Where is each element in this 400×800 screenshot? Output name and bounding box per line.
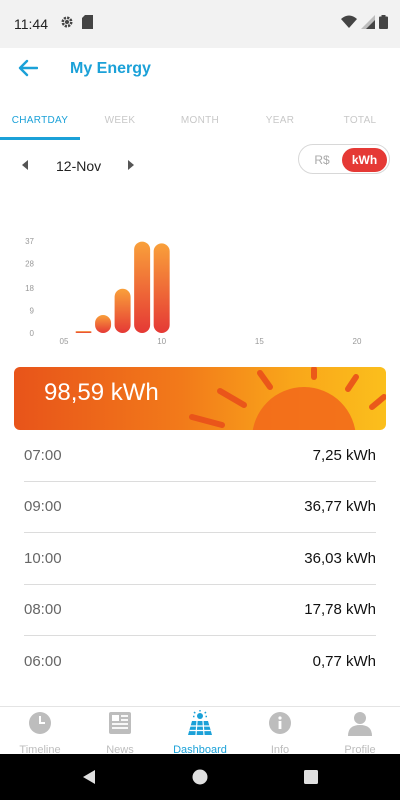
square-recents-icon xyxy=(302,770,320,790)
y-tick-label: 28 xyxy=(25,259,34,268)
previous-day-button[interactable] xyxy=(18,158,32,172)
system-recents-button[interactable] xyxy=(302,768,320,786)
entry-value: 7,25 kWh xyxy=(312,446,376,464)
tab-total[interactable]: TOTAL xyxy=(320,100,400,140)
status-left-icons xyxy=(60,14,93,34)
triangle-left-icon xyxy=(18,159,32,176)
current-date: 12-Nov xyxy=(56,158,102,174)
period-tabs: CHARTDAY WEEK MONTH YEAR TOTAL xyxy=(0,100,400,140)
status-bar: 11:44 xyxy=(0,0,400,48)
chart-bar[interactable] xyxy=(114,288,131,333)
unit-option-currency[interactable]: R$ xyxy=(303,148,341,172)
y-tick-label: 0 xyxy=(30,329,35,338)
person-icon xyxy=(347,710,373,736)
list-item[interactable]: 09:00 36,77 kWh xyxy=(24,482,376,533)
info-icon xyxy=(267,710,293,736)
entry-time: 07:00 xyxy=(24,446,62,464)
tab-week[interactable]: WEEK xyxy=(80,100,160,140)
wifi-icon xyxy=(341,15,357,34)
x-tick-label: 05 xyxy=(60,337,69,346)
y-tick-label: 18 xyxy=(25,284,34,293)
x-tick-label: 15 xyxy=(255,337,264,346)
tab-month[interactable]: MONTH xyxy=(160,100,240,140)
tab-chartday[interactable]: CHARTDAY xyxy=(0,100,80,140)
x-tick-label: 20 xyxy=(353,337,362,346)
sd-card-icon xyxy=(82,14,93,34)
next-day-button[interactable] xyxy=(124,158,138,172)
entry-value: 36,77 kWh xyxy=(304,498,376,516)
nav-news[interactable]: News xyxy=(80,707,160,756)
entry-value: 36,03 kWh xyxy=(304,549,376,567)
cell-signal-icon xyxy=(361,14,375,34)
nav-info[interactable]: Info xyxy=(240,707,320,756)
list-item[interactable]: 10:00 36,03 kWh xyxy=(24,533,376,585)
system-navigation-bar xyxy=(0,754,400,800)
triangle-back-icon xyxy=(80,770,98,790)
chart-bar[interactable] xyxy=(75,331,92,333)
system-home-button[interactable] xyxy=(191,768,209,786)
entry-value: 17,78 kWh xyxy=(304,601,376,619)
status-time: 11:44 xyxy=(14,16,48,32)
entry-time: 08:00 xyxy=(24,601,62,619)
energy-bar-chart: 37 28 18 9 0 05 10 15 20 xyxy=(25,237,362,346)
list-item[interactable]: 08:00 17,78 kWh xyxy=(24,585,376,636)
back-button[interactable] xyxy=(14,58,42,82)
newspaper-icon xyxy=(107,710,133,736)
y-tick-label: 9 xyxy=(30,307,35,316)
total-energy-banner: 98,59 kWh xyxy=(14,367,386,430)
entry-time: 10:00 xyxy=(24,549,62,567)
list-item[interactable]: 06:00 0,77 kWh xyxy=(24,636,376,688)
settings-gear-icon xyxy=(60,15,74,34)
entry-value: 0,77 kWh xyxy=(312,653,376,671)
status-right-icons xyxy=(341,14,388,34)
page-title: My Energy xyxy=(70,60,151,77)
nav-timeline[interactable]: Timeline xyxy=(0,707,80,756)
x-tick-label: 10 xyxy=(157,337,166,346)
battery-icon xyxy=(379,14,388,34)
solar-panel-icon xyxy=(187,710,213,736)
tab-year[interactable]: YEAR xyxy=(240,100,320,140)
chart-bar[interactable] xyxy=(153,243,170,333)
list-item[interactable]: 07:00 7,25 kWh xyxy=(24,430,376,482)
triangle-right-icon xyxy=(124,159,138,176)
nav-profile[interactable]: Profile xyxy=(320,707,400,756)
unit-option-kwh[interactable]: kWh xyxy=(342,148,387,172)
unit-toggle: R$ kWh xyxy=(298,144,390,174)
system-back-button[interactable] xyxy=(80,768,98,786)
bottom-navigation: Timeline News Dashboard Info Profile xyxy=(0,706,400,756)
hourly-energy-list: 07:00 7,25 kWh 09:00 36,77 kWh 10:00 36,… xyxy=(24,430,376,688)
circle-home-icon xyxy=(191,769,209,790)
entry-time: 06:00 xyxy=(24,653,62,671)
total-energy-value: 98,59 kWh xyxy=(44,379,159,406)
entry-time: 09:00 xyxy=(24,498,62,516)
chart-bar[interactable] xyxy=(134,241,151,333)
arrow-left-icon xyxy=(18,59,39,82)
chart-bar[interactable] xyxy=(95,314,112,333)
nav-dashboard[interactable]: Dashboard xyxy=(160,707,240,756)
y-tick-label: 37 xyxy=(25,237,34,246)
app-bar: My Energy xyxy=(0,48,400,92)
clock-icon xyxy=(27,710,53,736)
